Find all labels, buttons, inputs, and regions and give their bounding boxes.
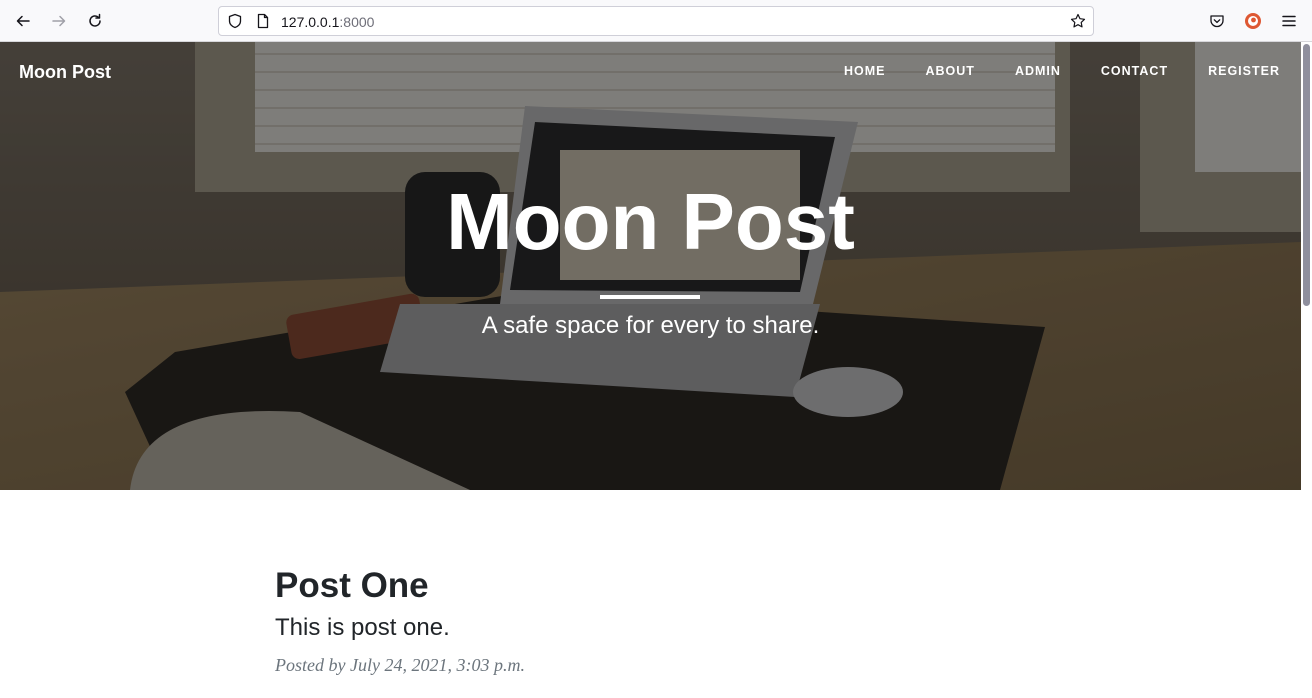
bookmark-star-icon[interactable] — [1070, 13, 1086, 29]
pocket-icon — [1210, 15, 1224, 28]
hero-background-image — [0, 42, 1301, 490]
nav-link-about[interactable]: ABOUT — [925, 64, 974, 78]
nav-link-contact[interactable]: CONTACT — [1101, 64, 1168, 78]
hero-subtitle: A safe space for every to share. — [481, 312, 820, 339]
scrollbar-thumb[interactable] — [1303, 44, 1310, 306]
page-icon[interactable] — [255, 13, 271, 29]
page-scrollbar[interactable] — [1301, 42, 1312, 698]
reload-button[interactable] — [80, 6, 110, 36]
duckduckgo-icon — [1245, 13, 1261, 29]
browser-toolbar: 127.0.0.1:8000 — [0, 0, 1312, 42]
main-nav: HOME ABOUT ADMIN CONTACT REGISTER — [804, 64, 1280, 78]
reload-icon — [89, 13, 101, 27]
pocket-button[interactable] — [1208, 12, 1226, 30]
hero-title: Moon Post — [446, 177, 855, 266]
url-text[interactable]: 127.0.0.1:8000 — [281, 14, 374, 30]
forward-button[interactable] — [44, 6, 74, 36]
menu-button[interactable] — [1280, 12, 1298, 30]
back-button[interactable] — [8, 6, 38, 36]
post-meta: Posted by July 24, 2021, 3:03 p.m. — [275, 655, 525, 676]
hero-header: Moon Post HOME ABOUT ADMIN CONTACT REGIS… — [0, 42, 1301, 490]
hero-divider — [600, 295, 700, 299]
forward-arrow-icon — [52, 15, 66, 27]
post-title[interactable]: Post One — [275, 565, 1035, 607]
url-port: :8000 — [339, 14, 375, 30]
shield-icon[interactable] — [227, 13, 243, 29]
extension-button[interactable] — [1244, 12, 1262, 30]
address-bar[interactable]: 127.0.0.1:8000 — [218, 6, 1094, 36]
nav-link-home[interactable]: HOME — [844, 64, 886, 78]
nav-link-admin[interactable]: ADMIN — [1015, 64, 1061, 78]
post-preview: Post One This is post one. Posted by Jul… — [275, 565, 1035, 676]
post-subtitle[interactable]: This is post one. — [275, 614, 1035, 641]
url-host: 127.0.0.1 — [281, 14, 340, 30]
site-brand[interactable]: Moon Post — [19, 62, 111, 83]
hamburger-menu-icon — [1282, 15, 1296, 27]
nav-link-register[interactable]: REGISTER — [1208, 64, 1280, 78]
back-arrow-icon — [16, 15, 30, 27]
